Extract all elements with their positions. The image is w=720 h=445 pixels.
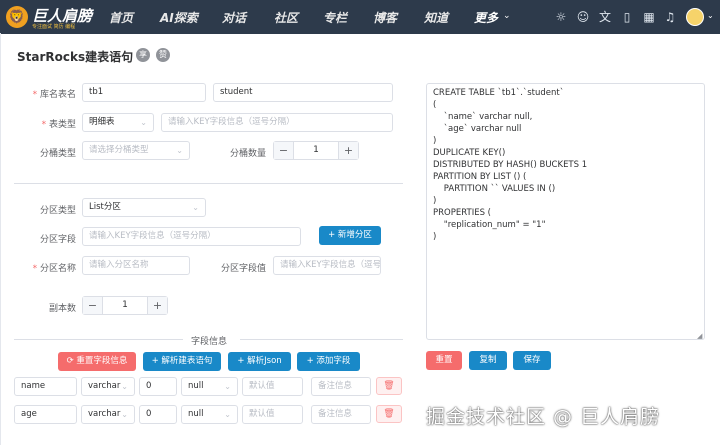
nav-community[interactable]: 社区 [274, 9, 298, 26]
field-type-select[interactable]: varchar ⌄ [81, 405, 135, 424]
bucket-type-select[interactable]: 请选择分桶类型 ⌄ [82, 141, 190, 160]
robot-icon[interactable]: ☺ [575, 9, 591, 25]
nav-chat[interactable]: 对话 [222, 9, 246, 26]
bucket-type-label: 分桶类型 [39, 149, 76, 159]
sql-output-textarea[interactable]: CREATE TABLE `tb1`.`student` ( `name` va… [426, 83, 705, 340]
field-null-select[interactable]: null ⌄ [181, 377, 238, 396]
field-default-input[interactable]: 默认值 [242, 377, 303, 396]
chevron-down-icon: ⌄ [192, 203, 199, 212]
add-partition-button[interactable]: + 新增分区 [319, 226, 381, 245]
chevron-down-icon: ⌄ [176, 146, 183, 155]
db-table-label: * 库名表名 [32, 90, 76, 100]
partition-type-select[interactable]: List分区 ⌄ [82, 198, 206, 217]
bucket-count-label: 分桶数量 [229, 149, 266, 159]
nav-blog[interactable]: 博客 [373, 9, 397, 26]
replica-stepper[interactable]: − 1 + [82, 296, 168, 315]
replica-label: 副本数 [48, 304, 76, 314]
minus-icon[interactable]: − [83, 297, 103, 314]
field-default-input[interactable]: 默认值 [242, 405, 303, 424]
chevron-down-icon: ⌄ [121, 410, 128, 419]
partition-name-input[interactable]: 请输入分区名称 [82, 256, 190, 275]
chevron-down-icon: ⌄ [224, 410, 231, 419]
db-name-input[interactable]: tb1 [82, 83, 206, 102]
parse-sql-button[interactable]: + 解析建表语句 [143, 352, 221, 371]
nav-more[interactable]: 更多 [474, 9, 498, 26]
nav-column[interactable]: 专栏 [323, 9, 347, 26]
field-comment-input[interactable]: 备注信息 [311, 405, 371, 424]
page-title: StarRocks建表语句 [17, 50, 134, 64]
nav-knowledge[interactable]: 知道 [424, 9, 448, 26]
field-name-input[interactable]: age [14, 405, 77, 424]
translate-icon[interactable]: 文 [597, 9, 613, 25]
partition-value-input[interactable]: 请输入KEY字段信息（逗号分 [273, 256, 381, 275]
reset-output-button[interactable]: 重置 [426, 351, 462, 370]
save-button[interactable]: 保存 [513, 351, 551, 370]
plus-icon[interactable]: + [338, 142, 358, 159]
parse-json-button[interactable]: + 解析Json [228, 352, 291, 371]
left-border [0, 33, 1, 445]
partition-type-label: 分区类型 [39, 206, 76, 216]
chevron-down-icon: ⌄ [224, 382, 231, 391]
bucket-count-stepper[interactable]: − 1 + [273, 141, 359, 160]
chevron-down-icon: ⌄ [121, 382, 128, 391]
field-length-input[interactable]: 0 [139, 405, 177, 424]
field-section-title: 字段信息 [191, 337, 228, 347]
field-null-select[interactable]: null ⌄ [181, 405, 238, 424]
partition-value-label: 分区字段值 [220, 264, 266, 274]
field-length-input[interactable]: 0 [139, 377, 177, 396]
top-navigation-bar: 🦁 巨人肩膀 专注面试 简历 编程 首页 AI探索 对话 社区 专栏 博客 知道… [0, 0, 720, 34]
bulb-icon[interactable]: ☼ [553, 9, 569, 25]
reset-fields-button[interactable]: ⟳ 重置字段信息 [58, 352, 136, 371]
avatar-chevron-icon[interactable]: ⌄ [707, 11, 714, 20]
table-type-label: * 表类型 [41, 120, 76, 130]
chevron-down-icon: ⌄ [140, 118, 147, 127]
divider [14, 183, 403, 184]
field-type-select[interactable]: varchar ⌄ [81, 377, 135, 396]
chevron-down-icon[interactable]: ⌄ [503, 11, 511, 21]
replica-value[interactable]: 1 [103, 297, 147, 314]
partition-name-label: * 分区名称 [32, 264, 76, 274]
copy-button[interactable]: 复制 [469, 351, 507, 370]
trash-icon[interactable]: 🗑 [376, 377, 402, 395]
nav-ai-explore[interactable]: AI探索 [160, 9, 198, 26]
divider [14, 339, 183, 340]
lion-logo-icon[interactable]: 🦁 [6, 6, 28, 28]
phone-icon[interactable]: ▯ [619, 9, 635, 25]
resize-handle-icon[interactable]: ◢ [697, 332, 702, 340]
bucket-count-value[interactable]: 1 [294, 142, 338, 159]
field-comment-input[interactable]: 备注信息 [311, 377, 371, 396]
user-avatar[interactable] [686, 8, 704, 26]
plus-icon[interactable]: + [147, 297, 167, 314]
nav-home[interactable]: 首页 [109, 9, 133, 26]
like-badge[interactable]: 赞 [156, 48, 170, 62]
table-type-select[interactable]: 明细表 ⌄ [82, 113, 154, 132]
add-field-button[interactable]: + 添加字段 [297, 352, 360, 371]
table-name-input[interactable]: student [213, 83, 393, 102]
partition-field-label: 分区字段 [39, 235, 76, 245]
brand-slogan: 专注面试 简历 编程 [32, 24, 76, 30]
refresh-icon: ⟳ [66, 356, 77, 366]
partition-field-input[interactable]: 请输入KEY字段信息（逗号分隔） [82, 227, 301, 246]
key-fields-input[interactable]: 请输入KEY字段信息（逗号分隔） [161, 113, 393, 132]
minus-icon[interactable]: − [274, 142, 294, 159]
field-name-input[interactable]: name [14, 377, 77, 396]
divider [240, 339, 403, 340]
trash-icon[interactable]: 🗑 [376, 405, 402, 423]
calendar-icon[interactable]: ▦ [641, 9, 657, 25]
share-badge[interactable]: 享 [136, 48, 150, 62]
watermark: 掘金技术社区 @ 巨人肩膀 [426, 406, 661, 428]
bell-icon[interactable]: ♫ [662, 9, 678, 25]
